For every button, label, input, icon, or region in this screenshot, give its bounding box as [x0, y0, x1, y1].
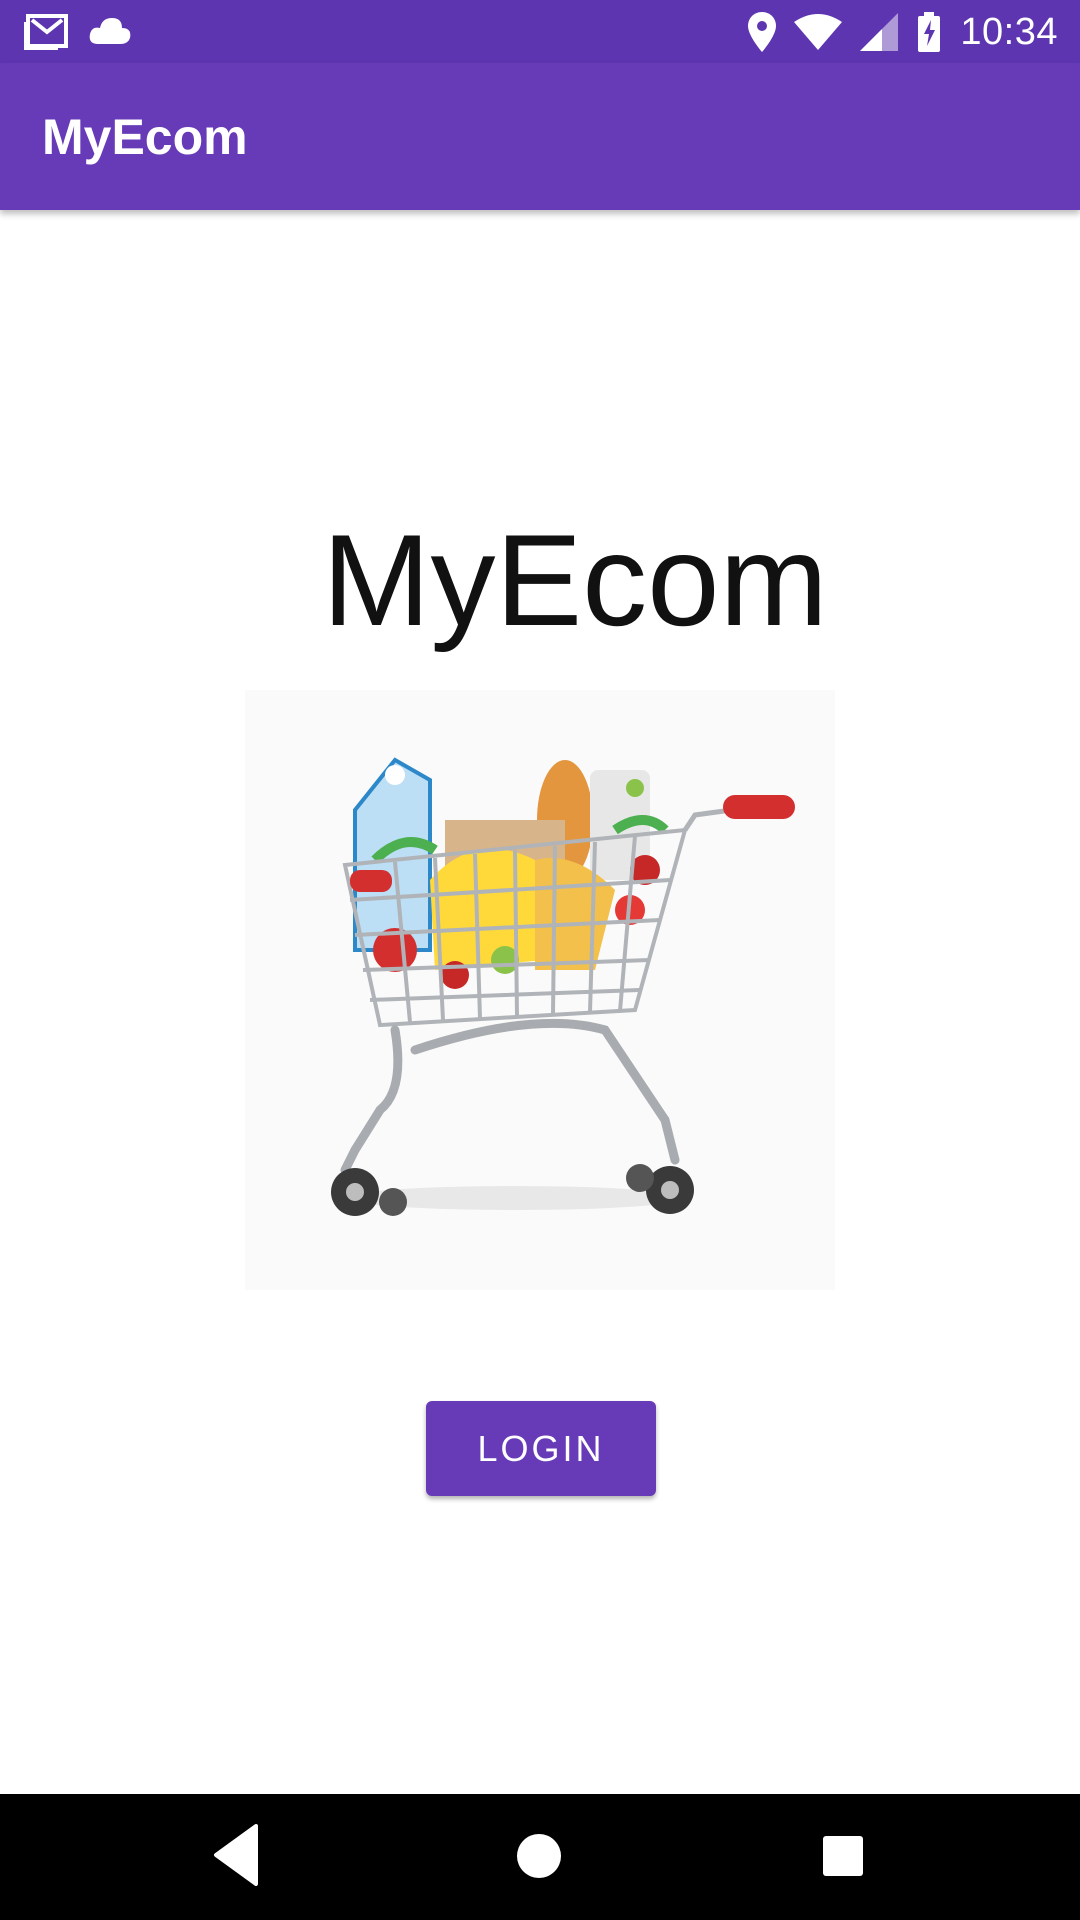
status-time: 10:34	[960, 11, 1058, 53]
login-button[interactable]: LOGIN	[426, 1401, 656, 1496]
app-title: MyEcom	[42, 109, 248, 165]
main-content: MyEcom LOGIN	[0, 210, 1080, 1794]
wifi-icon	[794, 14, 843, 50]
hero-title: MyEcom	[322, 507, 828, 653]
navigation-bar	[0, 1794, 1080, 1920]
app-bar: MyEcom	[0, 63, 1080, 210]
home-icon[interactable]	[516, 1833, 562, 1879]
back-icon[interactable]	[212, 1824, 258, 1886]
location-icon	[748, 12, 777, 52]
signal-icon	[860, 13, 899, 51]
status-bar: 10:34	[0, 0, 1080, 63]
battery-icon	[918, 12, 941, 52]
gmail-icon	[24, 14, 68, 50]
recents-icon[interactable]	[822, 1835, 864, 1877]
cloud-icon	[89, 18, 131, 44]
cart-handle	[723, 795, 795, 819]
